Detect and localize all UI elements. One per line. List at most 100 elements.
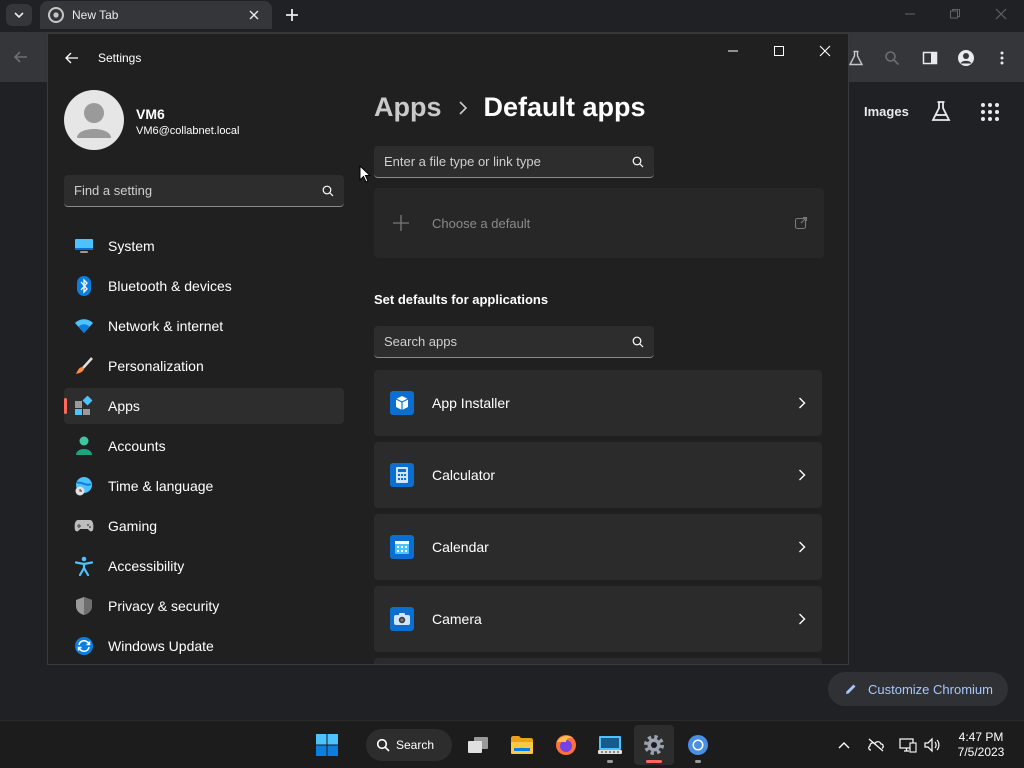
app-row-camera[interactable]: Camera — [374, 586, 822, 652]
find-setting-field[interactable] — [64, 175, 344, 207]
tab-search-button[interactable] — [6, 4, 32, 26]
clock-date: 7/5/2023 — [957, 745, 1005, 759]
settings-back-button[interactable] — [64, 50, 80, 66]
nav-label: Accessibility — [108, 558, 185, 574]
find-setting-input[interactable] — [74, 183, 322, 198]
keyboard-app-button[interactable] — [590, 725, 630, 765]
images-link[interactable]: Images — [864, 104, 909, 119]
chrome-menu-button[interactable] — [991, 47, 1013, 69]
firefox-button[interactable] — [546, 725, 586, 765]
network-icon — [899, 738, 917, 753]
volume-tray-button[interactable] — [922, 735, 942, 755]
app-row-calendar[interactable]: Calendar — [374, 514, 822, 580]
nav-item-network[interactable]: Network & internet — [64, 308, 344, 344]
running-indicator — [607, 760, 613, 763]
chrome-restore-button[interactable] — [943, 4, 967, 24]
arrow-left-icon — [13, 51, 27, 63]
search-icon — [885, 51, 900, 66]
taskbar-clock[interactable]: 4:47 PM 7/5/2023 — [946, 730, 1016, 760]
taskbar-search-label: Search — [396, 738, 435, 752]
tab-title: New Tab — [72, 8, 119, 22]
nav-label: Time & language — [108, 478, 214, 494]
taskbar-search-button[interactable]: Search — [366, 729, 452, 761]
side-panel-icon — [922, 51, 938, 65]
task-view-button[interactable] — [458, 725, 498, 765]
cursor-arrow-icon — [359, 164, 372, 183]
nav-item-windows-update[interactable]: Windows Update — [64, 628, 344, 664]
pencil-icon — [846, 684, 856, 694]
clock-time: 4:47 PM — [958, 730, 1004, 744]
breadcrumb: Apps Default apps — [374, 92, 646, 123]
chrome-side-panel-button[interactable] — [919, 47, 941, 69]
nav-item-gaming[interactable]: Gaming — [64, 508, 344, 544]
nav-item-apps[interactable]: Apps — [64, 388, 344, 424]
file-type-search-field[interactable] — [374, 146, 654, 178]
open-external-icon — [794, 216, 808, 230]
chevron-right-icon — [798, 613, 806, 625]
network-tray-button[interactable] — [898, 735, 918, 755]
nav-label: Network & internet — [108, 318, 224, 334]
windows-logo-icon — [316, 734, 338, 756]
plus-icon — [286, 9, 298, 21]
nav-item-personalization[interactable]: Personalization — [64, 348, 344, 384]
nav-label: Apps — [108, 398, 140, 414]
nav-label: Accounts — [108, 438, 166, 454]
chromium-button[interactable] — [678, 725, 718, 765]
maximize-button[interactable] — [764, 40, 794, 62]
apps-icon — [74, 396, 94, 416]
section-heading: Set defaults for applications — [374, 292, 549, 307]
labs-button[interactable] — [930, 100, 952, 127]
person-icon — [77, 103, 111, 138]
nav-item-bluetooth[interactable]: Bluetooth & devices — [64, 268, 344, 304]
app-search-input[interactable] — [384, 334, 632, 349]
app-list: App Installer Calculator Calendar Camera — [374, 370, 822, 664]
customize-chromium-button[interactable]: Customize Chromium — [828, 672, 1008, 706]
app-row-partial[interactable] — [374, 658, 822, 664]
chevron-right-icon — [798, 469, 806, 481]
chrome-tab-new-tab[interactable]: New Tab — [40, 1, 272, 29]
close-icon — [995, 8, 1007, 20]
nav-item-accounts[interactable]: Accounts — [64, 428, 344, 464]
task-view-icon — [468, 737, 488, 753]
person-icon — [74, 436, 94, 456]
app-row-calculator[interactable]: Calculator — [374, 442, 822, 508]
customize-label: Customize Chromium — [868, 681, 993, 697]
accessibility-icon — [74, 556, 94, 576]
start-button[interactable] — [307, 725, 347, 765]
nav-item-time-language[interactable]: Time & language — [64, 468, 344, 504]
taskbar: Search 4:47 PM 7/5/2023 — [0, 720, 1024, 768]
choose-default-card[interactable]: Choose a default — [374, 188, 824, 258]
nav-item-accessibility[interactable]: Accessibility — [64, 548, 344, 584]
chrome-close-button[interactable] — [989, 4, 1013, 24]
file-explorer-button[interactable] — [502, 725, 542, 765]
app-row-app-installer[interactable]: App Installer — [374, 370, 822, 436]
chevron-up-icon — [838, 742, 850, 749]
camera-icon — [390, 607, 414, 631]
settings-app-button[interactable] — [634, 725, 674, 765]
nav-item-privacy-security[interactable]: Privacy & security — [64, 588, 344, 624]
breadcrumb-apps-link[interactable]: Apps — [374, 92, 442, 123]
user-name: VM6 — [136, 106, 165, 122]
flask-icon — [848, 50, 864, 66]
show-hidden-icons-button[interactable] — [834, 735, 854, 755]
firefox-icon — [556, 735, 576, 755]
nav-item-system[interactable]: System — [64, 228, 344, 264]
maximize-icon — [774, 46, 784, 56]
nav-label: Windows Update — [108, 638, 214, 654]
chrome-back-button[interactable] — [12, 48, 30, 71]
tab-close-icon[interactable] — [244, 5, 264, 25]
app-search-field[interactable] — [374, 326, 654, 358]
file-type-search-input[interactable] — [384, 154, 632, 169]
chrome-search-button[interactable] — [881, 47, 903, 69]
google-apps-button[interactable] — [980, 102, 1000, 127]
avatar[interactable] — [64, 90, 124, 150]
app-name: Calendar — [432, 539, 489, 555]
minimize-button[interactable] — [718, 40, 748, 62]
chrome-profile-button[interactable] — [955, 47, 977, 69]
calendar-icon — [390, 535, 414, 559]
onedrive-tray-button[interactable] — [866, 735, 886, 755]
close-button[interactable] — [810, 40, 840, 62]
globe-clock-icon — [74, 476, 94, 496]
chrome-minimize-button[interactable] — [898, 4, 922, 24]
new-tab-button[interactable] — [280, 3, 304, 27]
